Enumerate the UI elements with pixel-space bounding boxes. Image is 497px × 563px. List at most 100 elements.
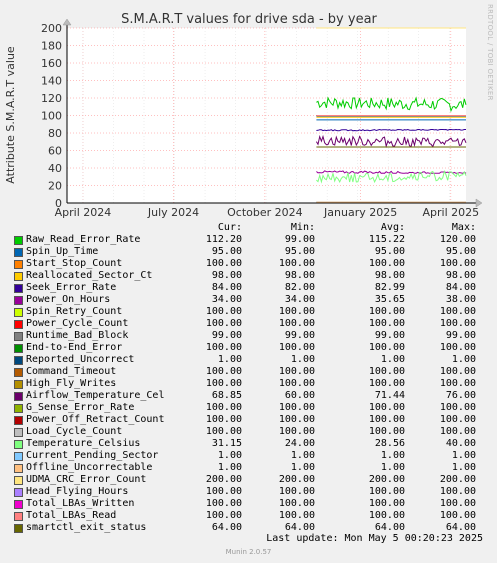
chart-title: S.M.A.R.T values for drive sda - by year: [121, 12, 377, 27]
y-axis-label: Attribute S.M.A.R.T value: [4, 46, 17, 184]
legend-swatch: [14, 392, 23, 401]
legend-value-max: 100.00: [439, 414, 476, 425]
legend-value-min: 95.00: [284, 246, 315, 257]
legend-value-min: 100.00: [278, 486, 315, 497]
legend-swatch: [14, 524, 23, 533]
legend-value-max: 100.00: [439, 342, 476, 353]
legend-value-cur: 100.00: [205, 342, 242, 353]
legend-value-max: 84.00: [445, 282, 476, 293]
legend-swatch: [14, 236, 23, 245]
legend-row-runtime_bad_block: Runtime_Bad_Block 99.00 99.00 99.00 99.00: [14, 330, 494, 342]
legend-row-offline_uncorrectable: Offline_Uncorrectable 1.00 1.00 1.00 1.00: [14, 462, 494, 474]
legend-value-cur: 100.00: [205, 378, 242, 389]
legend-value-max: 120.00: [439, 234, 476, 245]
legend-series-name: Current_Pending_Sector: [26, 450, 159, 461]
col-header-avg: Avg:: [380, 222, 405, 233]
legend-value-min: 100.00: [278, 414, 315, 425]
legend-value-avg: 1.00: [380, 450, 405, 461]
y-tick-label: 120: [41, 92, 62, 105]
legend-series-name: Reallocated_Sector_Ct: [26, 270, 153, 281]
legend-series-name: High_Fly_Writes: [26, 378, 117, 389]
legend-value-min: 100.00: [278, 402, 315, 413]
legend-value-avg: 100.00: [368, 510, 405, 521]
legend-value-max: 1.00: [451, 462, 476, 473]
legend-value-avg: 100.00: [368, 366, 405, 377]
legend-swatch: [14, 308, 23, 317]
legend-row-start_stop_count: Start_Stop_Count 100.00 100.00 100.00 100.00: [14, 258, 494, 270]
legend-row-high_fly_writes: High_Fly_Writes 100.00 100.00 100.00 100.00: [14, 378, 494, 390]
y-tick-label: 20: [48, 180, 62, 193]
legend-value-cur: 84.00: [211, 282, 242, 293]
legend-value-min: 100.00: [278, 378, 315, 389]
legend-row-head_flying_hours: Head_Flying_Hours 100.00 100.00 100.00 100.0…: [14, 486, 494, 498]
legend-value-cur: 100.00: [205, 414, 242, 425]
legend-row-command_timeout: Command_Timeout 100.00 100.00 100.00 100.00: [14, 366, 494, 378]
legend-value-cur: 112.20: [205, 234, 242, 245]
legend-value-min: 99.00: [284, 330, 315, 341]
legend-series-name: Offline_Uncorrectable: [26, 462, 153, 473]
legend-series-name: smartctl_exit_status: [26, 522, 147, 533]
legend-value-avg: 82.99: [374, 282, 405, 293]
legend-series-name: Runtime_Bad_Block: [26, 330, 129, 341]
legend-value-cur: 100.00: [205, 306, 242, 317]
legend-series-name: Power_Cycle_Count: [26, 318, 129, 329]
legend-swatch: [14, 440, 23, 449]
legend-value-avg: 100.00: [368, 258, 405, 269]
legend-row-g_sense_error_rate: G_Sense_Error_Rate 100.00 100.00 100.00 100.…: [14, 402, 494, 414]
legend-value-max: 100.00: [439, 498, 476, 509]
legend-swatch: [14, 368, 23, 377]
legend-value-cur: 34.00: [211, 294, 242, 305]
x-tick-label: July 2024: [147, 206, 199, 219]
legend-value-avg: 100.00: [368, 318, 405, 329]
y-tick-label: 180: [41, 40, 62, 53]
legend-row-power_on_hours: Power_On_Hours 34.00 34.00 35.65 38.00: [14, 294, 494, 306]
legend-row-total_lbas_written: Total_LBAs_Written 100.00 100.00 100.00 100.…: [14, 498, 494, 510]
legend-value-min: 100.00: [278, 498, 315, 509]
legend-value-min: 1.00: [290, 354, 315, 365]
legend-swatch: [14, 428, 23, 437]
legend-row-seek_error_rate: Seek_Error_Rate 84.00 82.00 82.99 84.00: [14, 282, 494, 294]
legend-value-cur: 100.00: [205, 258, 242, 269]
legend-value-min: 100.00: [278, 258, 315, 269]
legend-value-cur: 100.00: [205, 366, 242, 377]
legend-value-avg: 35.65: [374, 294, 405, 305]
chart: S.M.A.R.T values for drive sda - by year…: [4, 12, 483, 219]
legend-value-max: 100.00: [439, 486, 476, 497]
legend-row-airflow_temperature_cel: Airflow_Temperature_Cel 68.85 60.00 71.44 76…: [14, 390, 494, 402]
legend-value-cur: 100.00: [205, 510, 242, 521]
legend-swatch: [14, 296, 23, 305]
legend-row-end-to-end_error: End-to-End_Error 100.00 100.00 100.00 100.00: [14, 342, 494, 354]
legend-value-avg: 100.00: [368, 306, 405, 317]
legend-series-name: UDMA_CRC_Error_Count: [26, 474, 147, 485]
legend-value-max: 99.00: [445, 330, 476, 341]
legend-value-avg: 100.00: [368, 402, 405, 413]
legend-value-avg: 1.00: [380, 462, 405, 473]
legend-value-min: 100.00: [278, 426, 315, 437]
legend-value-min: 200.00: [278, 474, 315, 485]
legend-value-avg: 1.00: [380, 354, 405, 365]
legend-value-cur: 1.00: [217, 462, 242, 473]
legend-value-min: 98.00: [284, 270, 315, 281]
legend-row-spin_up_time: Spin_Up_Time 95.00 95.00 95.00 95.00: [14, 246, 494, 258]
legend-value-avg: 115.22: [368, 234, 405, 245]
legend-value-avg: 100.00: [368, 378, 405, 389]
legend-row-reported_uncorrect: Reported_Uncorrect 1.00 1.00 1.00 1.00: [14, 354, 494, 366]
legend-value-max: 38.00: [445, 294, 476, 305]
legend-value-cur: 95.00: [211, 246, 242, 257]
y-tick-label: 100: [41, 110, 62, 123]
legend-row-udma_crc_error_count: UDMA_CRC_Error_Count 200.00 200.00 200.00 20…: [14, 474, 494, 486]
legend-swatch: [14, 272, 23, 281]
legend-series-name: Power_On_Hours: [26, 294, 111, 305]
legend-series-name: Raw_Read_Error_Rate: [26, 234, 141, 245]
legend-value-min: 99.00: [284, 234, 315, 245]
legend-series-name: End-to-End_Error: [26, 342, 123, 353]
legend-value-avg: 99.00: [374, 330, 405, 341]
legend-series-name: G_Sense_Error_Rate: [26, 402, 135, 413]
legend-value-max: 100.00: [439, 318, 476, 329]
legend-series-name: Spin_Retry_Count: [26, 306, 123, 317]
legend-value-avg: 100.00: [368, 342, 405, 353]
munin-version: Munin 2.0.57: [225, 548, 272, 556]
legend-row-total_lbas_read: Total_LBAs_Read 100.00 100.00 100.00 100.00: [14, 510, 494, 522]
legend-value-max: 76.00: [445, 390, 476, 401]
legend-series-name: Power_Off_Retract_Count: [26, 414, 165, 425]
